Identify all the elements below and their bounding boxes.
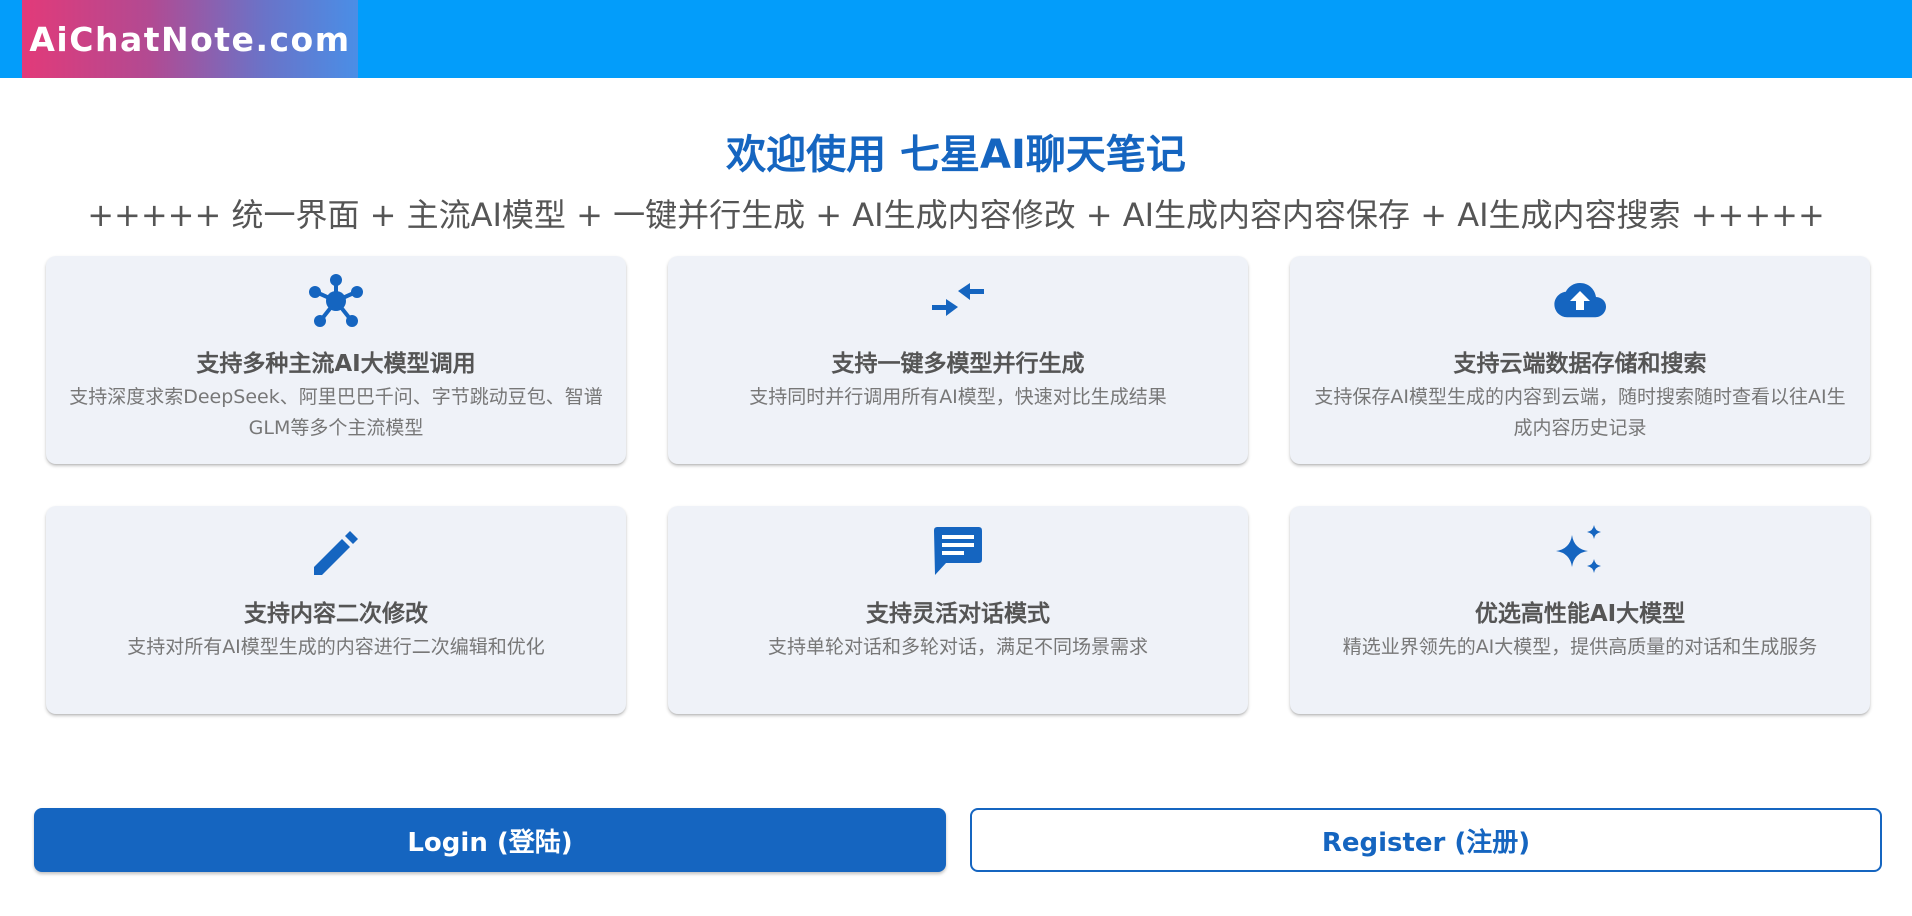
pencil-icon	[46, 522, 626, 580]
card-title: 支持灵活对话模式	[866, 601, 1050, 627]
page-title: 欢迎使用 七星AI聊天笔记	[726, 132, 1186, 178]
feature-card-parallel: 支持一键多模型并行生成 支持同时并行调用所有AI模型，快速对比生成结果	[668, 256, 1248, 464]
card-description: 支持单轮对话和多轮对话，满足不同场景需求	[767, 636, 1148, 658]
card-title: 支持多种主流AI大模型调用	[196, 351, 476, 377]
card-description: 支持深度求索DeepSeek、阿里巴巴千问、字节跳动豆包、智谱GLM等多个主流模…	[69, 386, 603, 439]
feature-card-quality: 优选高性能AI大模型 精选业界领先的AI大模型，提供高质量的对话和生成服务	[1290, 506, 1870, 714]
card-description: 精选业界领先的AI大模型，提供高质量的对话和生成服务	[1342, 636, 1818, 658]
cloud-upload-icon	[1290, 272, 1870, 330]
feature-card-edit: 支持内容二次修改 支持对所有AI模型生成的内容进行二次编辑和优化	[46, 506, 626, 714]
feature-card-cloud: 支持云端数据存储和搜索 支持保存AI模型生成的内容到云端，随时搜索随时查看以往A…	[1290, 256, 1870, 464]
feature-card-models: 支持多种主流AI大模型调用 支持深度求索DeepSeek、阿里巴巴千问、字节跳动…	[46, 256, 626, 464]
card-description: 支持对所有AI模型生成的内容进行二次编辑和优化	[127, 636, 545, 658]
card-title: 支持一键多模型并行生成	[831, 351, 1085, 377]
top-bar: AiChatNote.com	[0, 0, 1912, 78]
card-title: 支持内容二次修改	[244, 601, 428, 627]
card-description: 支持同时并行调用所有AI模型，快速对比生成结果	[749, 386, 1167, 408]
sparkles-icon	[1290, 522, 1870, 580]
compare-arrows-icon	[668, 272, 1248, 330]
card-title: 优选高性能AI大模型	[1474, 601, 1686, 627]
site-logo[interactable]: AiChatNote.com	[22, 0, 358, 78]
features-summary: +++++ 统一界面 + 主流AI模型 + 一键并行生成 + AI生成内容修改 …	[87, 196, 1825, 234]
feature-card-dialog: 支持灵活对话模式 支持单轮对话和多轮对话，满足不同场景需求	[668, 506, 1248, 714]
card-description: 支持保存AI模型生成的内容到云端，随时搜索随时查看以往AI生成内容历史记录	[1314, 386, 1846, 439]
register-button[interactable]: Register (注册)	[970, 808, 1882, 872]
chat-icon	[668, 522, 1248, 580]
network-icon	[46, 272, 626, 330]
login-button[interactable]: Login (登陆)	[34, 808, 946, 872]
card-title: 支持云端数据存储和搜索	[1453, 351, 1707, 377]
logo-text: AiChatNote.com	[29, 19, 351, 59]
